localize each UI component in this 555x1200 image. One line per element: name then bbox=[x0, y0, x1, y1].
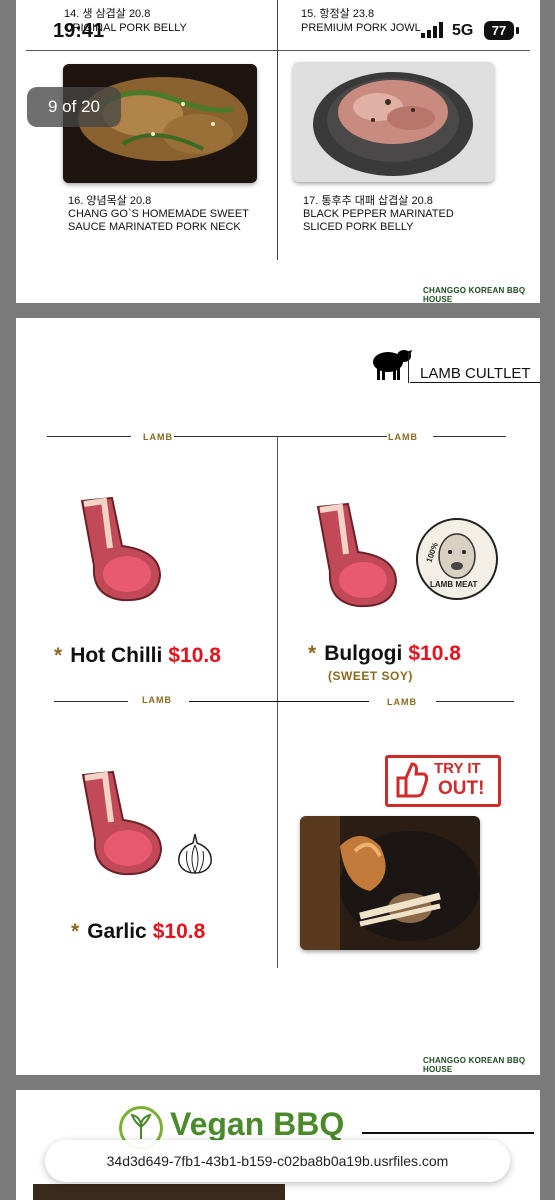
star: * bbox=[71, 920, 80, 943]
item-name: Hot Chilli bbox=[70, 644, 163, 667]
lamb-label-2: LAMB bbox=[388, 432, 418, 442]
lamb-chop-illustration bbox=[72, 496, 164, 609]
divider bbox=[47, 436, 131, 437]
item-16-english: CHANG GO`S HOMEMADE SWEET bbox=[68, 208, 249, 220]
network-label: 5G bbox=[452, 22, 474, 39]
status-time: 19:41 bbox=[53, 20, 105, 42]
lamb-meat-badge-icon: 100% LAMB MEAT bbox=[416, 518, 498, 600]
battery-level: 77 bbox=[491, 23, 507, 38]
item-name: Garlic bbox=[87, 920, 147, 943]
pork-belly-photo bbox=[293, 62, 494, 182]
lamb-label-1: LAMB bbox=[143, 432, 173, 442]
battery-icon: 77 bbox=[484, 21, 514, 40]
item-17-english: BLACK PEPPER MARINATED bbox=[303, 208, 454, 220]
url-text: 34d3d649-7fb1-43b1-b159-c02ba8b0a19b.usr… bbox=[106, 1153, 449, 1169]
column-divider bbox=[277, 436, 278, 968]
star: * bbox=[54, 644, 63, 667]
battery-tip bbox=[516, 27, 519, 34]
item-17-english-2: SLICED PORK BELLY bbox=[303, 221, 414, 233]
item-price: $10.8 bbox=[152, 920, 206, 943]
lamb-chop-photo bbox=[300, 816, 480, 950]
divider bbox=[189, 701, 369, 702]
title-underline bbox=[410, 382, 540, 383]
signal-icon bbox=[421, 22, 445, 43]
lamb-chop-illustration bbox=[308, 502, 400, 615]
divider bbox=[362, 1132, 534, 1134]
garlic-icon bbox=[173, 831, 217, 880]
url-bar[interactable]: 34d3d649-7fb1-43b1-b159-c02ba8b0a19b.usr… bbox=[45, 1140, 510, 1182]
divider bbox=[174, 436, 387, 437]
menu-item-garlic: * Garlic $10.8 bbox=[71, 920, 205, 944]
status-bar: 19:41 5G 77 bbox=[0, 0, 555, 60]
menu-item-bulgogi: * Bulgogi $10.8 bbox=[308, 642, 461, 666]
thumbs-up-icon bbox=[394, 762, 429, 803]
divider bbox=[433, 436, 506, 437]
title-divider bbox=[408, 353, 409, 383]
badge-text: LAMB MEAT bbox=[430, 580, 478, 589]
item-price: $10.8 bbox=[408, 642, 461, 665]
vegan-photo bbox=[33, 1184, 285, 1200]
item-name: Bulgogi bbox=[324, 642, 403, 665]
divider bbox=[436, 701, 514, 702]
page-counter: 9 of 20 bbox=[27, 87, 121, 127]
lamb-label-3: LAMB bbox=[142, 695, 172, 705]
item-17-korean: 17. 통후추 대패 삽겹살 20.8 bbox=[303, 195, 433, 207]
menu-item-hot-chilli: * Hot Chilli $10.8 bbox=[54, 644, 221, 668]
lamb-chop-illustration bbox=[73, 770, 165, 883]
menu-page-lamb: LAMB CULTLET LAMB LAMB 100% LAMB MEAT * H… bbox=[16, 318, 540, 1075]
divider bbox=[54, 701, 128, 702]
item-16-english-2: SAUCE MARINATED PORK NECK bbox=[68, 221, 241, 233]
stamp-line-1: TRY IT bbox=[434, 760, 481, 777]
bulgogi-subtitle: (SWEET SOY) bbox=[328, 669, 413, 683]
try-it-out-stamp: TRY IT OUT! bbox=[385, 755, 501, 807]
footer-brand: CHANGGO KOREAN BBQ HOUSE bbox=[423, 1056, 526, 1074]
star: * bbox=[308, 642, 317, 665]
item-price: $10.8 bbox=[168, 644, 221, 667]
section-title: LAMB CULTLET bbox=[420, 365, 531, 382]
footer-brand: CHANGGO KOREAN BBQ HOUSE bbox=[423, 286, 526, 304]
lamb-label-4: LAMB bbox=[387, 697, 417, 707]
stamp-line-2: OUT! bbox=[438, 778, 485, 799]
vegan-bbq-title: Vegan BBQ bbox=[170, 1106, 345, 1142]
item-16-korean: 16. 양념목살 20.8 bbox=[68, 195, 152, 207]
